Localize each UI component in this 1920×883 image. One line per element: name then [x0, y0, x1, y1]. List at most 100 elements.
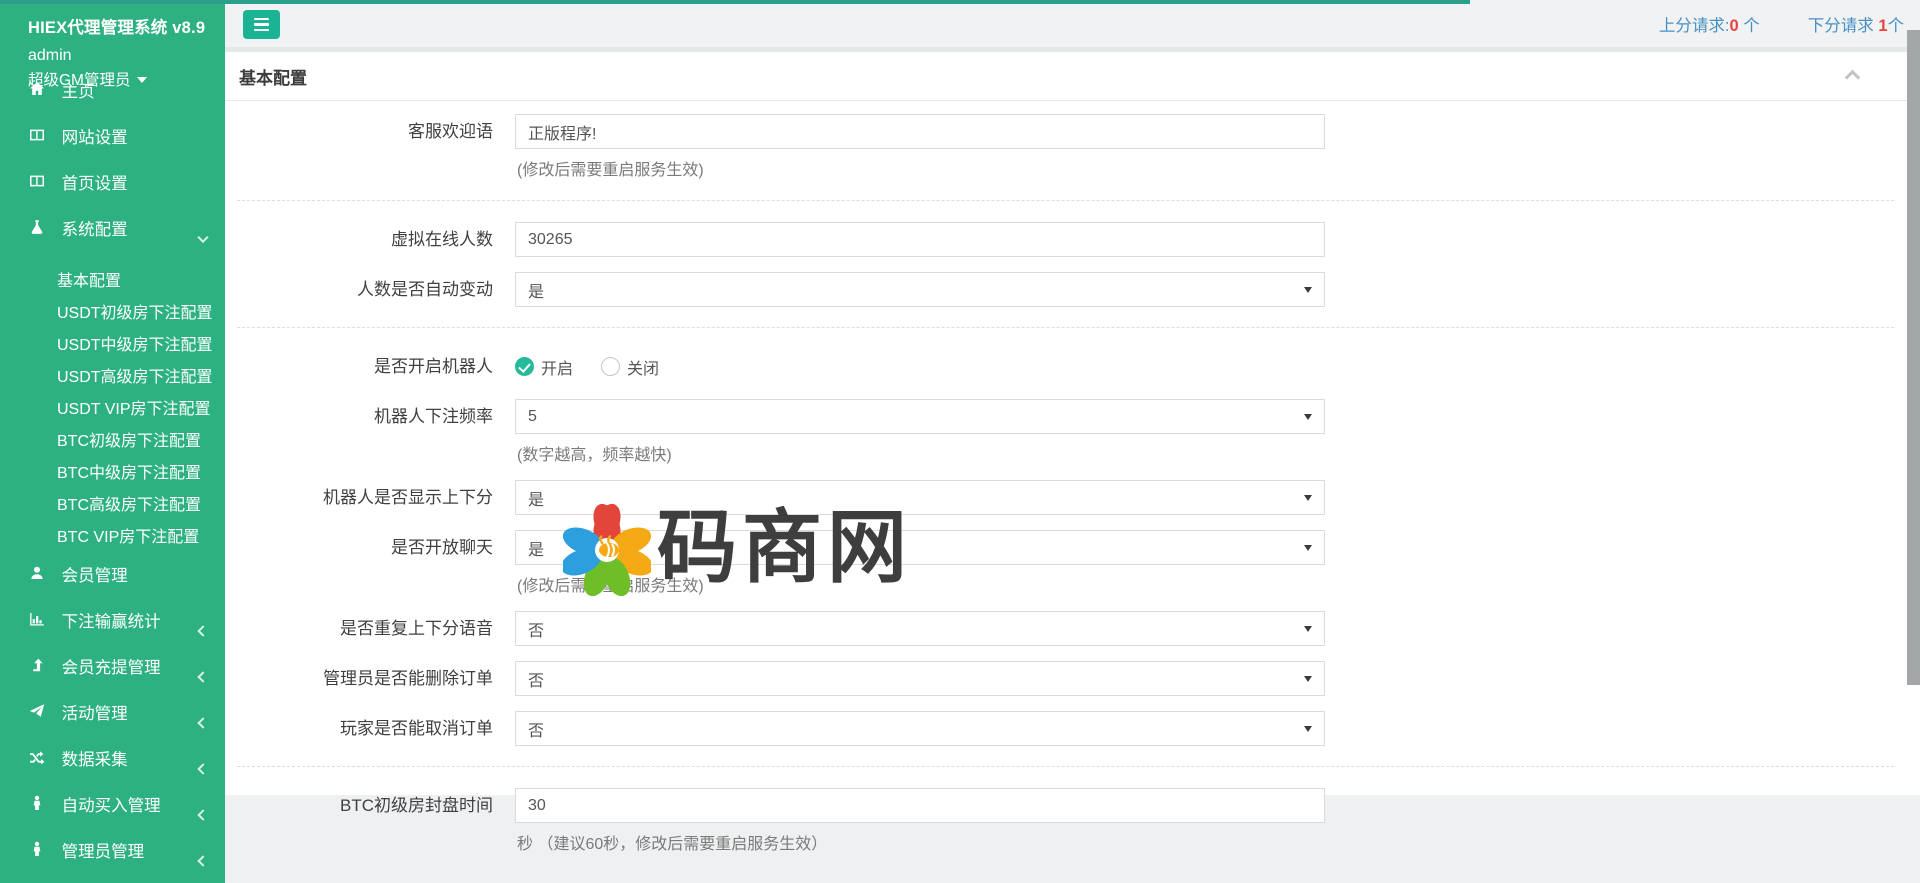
- sidebar-item-admins[interactable]: 管理员管理: [0, 838, 225, 883]
- submenu-item-btc-vip[interactable]: BTC VIP房下注配置: [0, 522, 225, 554]
- up-score-requests-link[interactable]: 上分请求:0 个: [1659, 12, 1760, 36]
- chevron-left-icon: [197, 809, 208, 820]
- sidebar-item-label: 网站设置: [62, 129, 128, 147]
- welcome-message-input[interactable]: [515, 114, 1325, 149]
- submenu-item-usdt-vip[interactable]: USDT VIP房下注配置: [0, 394, 225, 426]
- sidebar-brand: HIEX代理管理系统 v8.9 admin 超级GM管理员: [0, 0, 225, 78]
- sidebar: HIEX代理管理系统 v8.9 admin 超级GM管理员 主页 网站设置 首页…: [0, 0, 225, 883]
- sidebar-item-members[interactable]: 会员管理: [0, 562, 225, 608]
- config-form: 客服欢迎语 (修改后需要重启服务生效) 虚拟在线人数 人数是否自动变动 是: [225, 101, 1920, 854]
- submenu-item-basic-config[interactable]: 基本配置: [0, 266, 225, 298]
- select-caret-icon: [1304, 545, 1312, 551]
- robot-on-radio[interactable]: 开启: [515, 355, 573, 379]
- submenu-item-usdt-middle[interactable]: USDT中级房下注配置: [0, 330, 225, 362]
- sidebar-item-activities[interactable]: 活动管理: [0, 700, 225, 746]
- sidebar-item-label: 管理员管理: [62, 843, 145, 861]
- sidebar-item-home[interactable]: 主页: [0, 78, 225, 124]
- player-cancel-order-select[interactable]: 否: [515, 711, 1325, 746]
- form-row-player-cancel-order: 玩家是否能取消订单 否: [237, 711, 1894, 746]
- auto-change-select[interactable]: 是: [515, 272, 1325, 307]
- submenu-item-usdt-senior[interactable]: USDT高级房下注配置: [0, 362, 225, 394]
- sidebar-item-label: 会员管理: [62, 567, 128, 585]
- sidebar-item-label: 自动买入管理: [62, 797, 161, 815]
- sidebar-item-bet-stats[interactable]: 下注输赢统计: [0, 608, 225, 654]
- submenu-item-btc-middle[interactable]: BTC中级房下注配置: [0, 458, 225, 490]
- radio-unchecked-icon: [601, 357, 620, 376]
- vertical-scrollbar[interactable]: [1907, 30, 1920, 685]
- sidebar-item-label: 下注输赢统计: [62, 613, 161, 631]
- select-caret-icon: [1304, 414, 1312, 420]
- field-label: 客服欢迎语: [237, 114, 515, 180]
- form-row-btc-close-time: BTC初级房封盘时间 秒 （建议60秒，修改后需要重启服务生效）: [237, 788, 1894, 854]
- field-help: (修改后需要重启服务生效): [515, 156, 1325, 180]
- chevron-left-icon: [197, 625, 208, 636]
- sidebar-item-auto-buy[interactable]: 自动买入管理: [0, 792, 225, 838]
- field-label: 是否开放聊天: [237, 530, 515, 596]
- form-row-welcome: 客服欢迎语 (修改后需要重启服务生效): [237, 114, 1894, 180]
- repeat-voice-select[interactable]: 否: [515, 611, 1325, 646]
- chevron-down-icon: [197, 232, 208, 243]
- robot-show-score-select[interactable]: 是: [515, 480, 1325, 515]
- topbar-divider: [225, 47, 1920, 52]
- app-title: HIEX代理管理系统 v8.9: [28, 14, 225, 38]
- loading-progress-bar: [0, 0, 1470, 4]
- field-label: 虚拟在线人数: [237, 222, 515, 257]
- robot-off-radio[interactable]: 关闭: [601, 355, 659, 379]
- sidebar-toggle-button[interactable]: [243, 10, 280, 39]
- btc-close-time-input[interactable]: [515, 788, 1325, 823]
- field-help: 秒 （建议60秒，修改后需要重启服务生效）: [515, 830, 1325, 854]
- basic-config-panel: 基本配置 客服欢迎语 (修改后需要重启服务生效) 虚拟在线人数 人数是否自动变动…: [225, 52, 1920, 795]
- select-caret-icon: [1304, 676, 1312, 682]
- submenu-item-usdt-junior[interactable]: USDT初级房下注配置: [0, 298, 225, 330]
- robot-frequency-select[interactable]: 5: [515, 399, 1325, 434]
- down-score-requests-link[interactable]: 下分请求 1个: [1808, 12, 1904, 36]
- sidebar-item-label: 会员充提管理: [62, 659, 161, 677]
- field-label: 人数是否自动变动: [237, 272, 515, 307]
- form-row-robot-show-score: 机器人是否显示上下分 是: [237, 480, 1894, 515]
- sidebar-nav: 主页 网站设置 首页设置 系统配置 基本配置 USDT初级房下注配置 USDT中…: [0, 78, 225, 883]
- username: admin: [28, 47, 225, 65]
- sidebar-item-deposit-withdraw[interactable]: 会员充提管理: [0, 654, 225, 700]
- sidebar-item-homepage-settings[interactable]: 首页设置: [0, 170, 225, 216]
- sidebar-item-system-config[interactable]: 系统配置: [0, 216, 225, 262]
- submenu-item-btc-junior[interactable]: BTC初级房下注配置: [0, 426, 225, 458]
- admin-delete-order-select[interactable]: 否: [515, 661, 1325, 696]
- field-help: (数字越高，频率越快): [515, 441, 1325, 465]
- home-icon: [28, 81, 45, 98]
- form-row-robot-frequency: 机器人下注频率 5 (数字越高，频率越快): [237, 399, 1894, 465]
- flask-icon: [28, 219, 45, 236]
- field-label: 是否重复上下分语音: [237, 611, 515, 646]
- columns-icon: [28, 173, 45, 190]
- paper-plane-icon: [28, 703, 45, 720]
- group-divider: [237, 327, 1894, 328]
- chevron-left-icon: [197, 763, 208, 774]
- field-label: 机器人下注频率: [237, 399, 515, 465]
- shuffle-icon: [28, 749, 45, 766]
- field-label: 管理员是否能删除订单: [237, 661, 515, 696]
- submenu-item-btc-senior[interactable]: BTC高级房下注配置: [0, 490, 225, 522]
- topbar-requests: 上分请求:0 个 下分请求 1个: [1659, 0, 1904, 47]
- chevron-left-icon: [197, 717, 208, 728]
- select-caret-icon: [1304, 287, 1312, 293]
- select-caret-icon: [1304, 626, 1312, 632]
- sidebar-item-label: 系统配置: [62, 221, 128, 239]
- sidebar-item-site-settings[interactable]: 网站设置: [0, 124, 225, 170]
- field-help: (修改后需要重启服务生效): [515, 572, 1325, 596]
- collapse-panel-icon[interactable]: [1845, 70, 1861, 86]
- select-caret-icon: [1304, 726, 1312, 732]
- field-label: 机器人是否显示上下分: [237, 480, 515, 515]
- bar-chart-icon: [28, 611, 45, 628]
- chat-open-select[interactable]: 是: [515, 530, 1325, 565]
- sidebar-item-label: 活动管理: [62, 705, 128, 723]
- form-row-repeat-voice: 是否重复上下分语音 否: [237, 611, 1894, 646]
- field-label: 玩家是否能取消订单: [237, 711, 515, 746]
- virtual-online-input[interactable]: [515, 222, 1325, 257]
- field-label: 是否开启机器人: [237, 349, 515, 384]
- up-score-count: 0: [1729, 17, 1738, 35]
- chevron-left-icon: [197, 671, 208, 682]
- sidebar-item-data-collect[interactable]: 数据采集: [0, 746, 225, 792]
- columns-icon: [28, 127, 45, 144]
- person-icon: [28, 841, 45, 858]
- field-label: BTC初级房封盘时间: [237, 788, 515, 854]
- form-row-robot-enable: 是否开启机器人 开启 关闭: [237, 349, 1894, 384]
